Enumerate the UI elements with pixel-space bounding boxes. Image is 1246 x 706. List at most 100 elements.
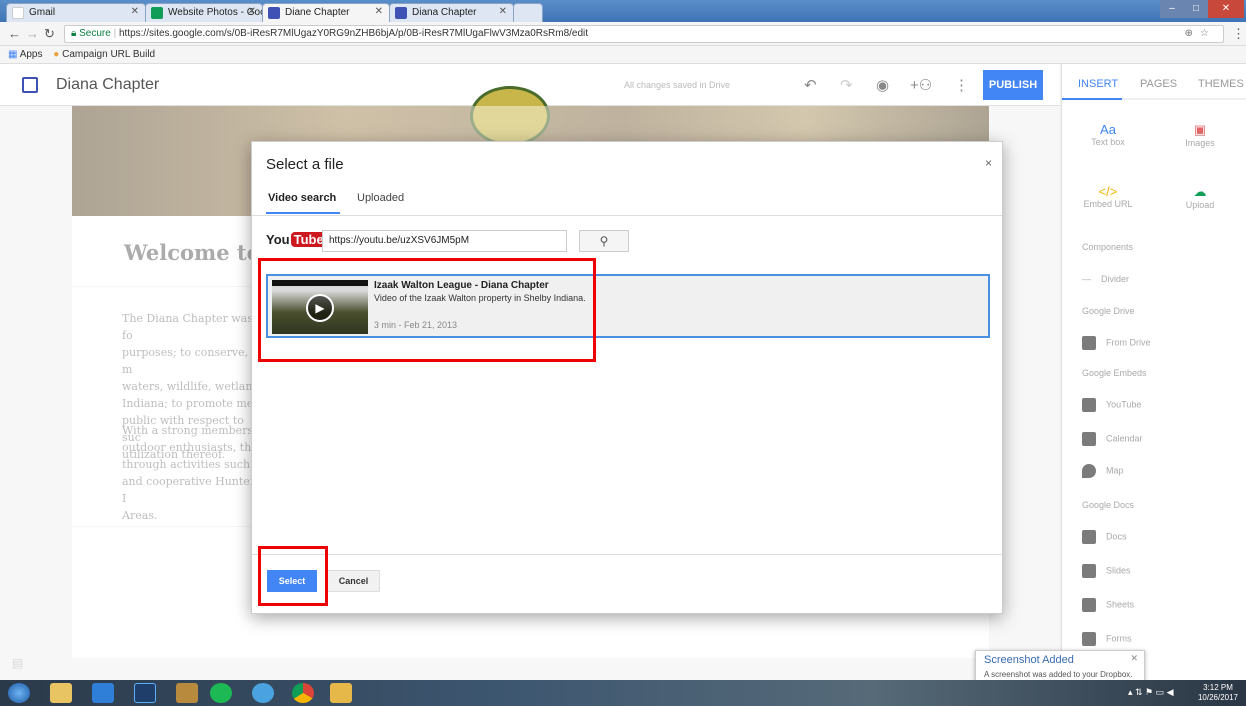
- sheets-icon: [1082, 598, 1096, 612]
- images-button[interactable]: ▣ Images: [1170, 122, 1230, 148]
- minimize-button[interactable]: –: [1160, 0, 1184, 18]
- bookmark-campaign-url-builder[interactable]: Campaign URL Build: [62, 49, 155, 60]
- close-tab-icon[interactable]: ✕: [248, 6, 256, 17]
- divider-item[interactable]: — Divider: [1082, 274, 1129, 284]
- embed-url-button[interactable]: </> Embed URL: [1078, 184, 1138, 209]
- apps-grid-icon: ▦: [8, 49, 18, 60]
- bookmarks-bar: ▦ Apps ● Campaign URL Build: [0, 46, 1246, 64]
- video-search-input[interactable]: https://youtu.be/uzXSV6JM5pM: [322, 230, 567, 252]
- tab-pages[interactable]: PAGES: [1140, 78, 1177, 90]
- preview-eye-icon[interactable]: ◉: [876, 76, 889, 94]
- maximize-button[interactable]: □: [1184, 0, 1208, 18]
- map-item[interactable]: Map: [1082, 464, 1124, 478]
- text-box-icon: Aa: [1100, 122, 1116, 137]
- sites-logo-icon: [22, 77, 38, 93]
- forms-icon: [1082, 632, 1096, 646]
- youtube-icon: [1082, 398, 1096, 412]
- section-components[interactable]: Components: [1082, 242, 1133, 252]
- insert-panel: INSERT PAGES THEMES Aa Text box ▣ Images…: [1061, 64, 1246, 680]
- outlook-icon[interactable]: [330, 683, 352, 703]
- file-explorer-icon[interactable]: [50, 683, 72, 703]
- section-google-drive[interactable]: Google Drive: [1082, 306, 1135, 316]
- active-tab-indicator: [266, 212, 340, 214]
- close-tab-icon[interactable]: ✕: [499, 6, 507, 17]
- cancel-button[interactable]: Cancel: [327, 570, 380, 592]
- drive-icon: [1082, 336, 1096, 350]
- chrome-icon: ●: [53, 49, 60, 60]
- calendar-item[interactable]: Calendar: [1082, 432, 1143, 446]
- from-drive-item[interactable]: From Drive: [1082, 336, 1151, 350]
- system-tray-icons[interactable]: ▴ ⇅ ⚑ ▭ ◀: [1128, 687, 1174, 698]
- start-button-icon[interactable]: [8, 683, 30, 703]
- chrome-icon[interactable]: [292, 683, 314, 703]
- menu-icon[interactable]: ⋮: [1232, 26, 1245, 42]
- more-options-icon[interactable]: ⋮: [954, 76, 969, 94]
- upload-button[interactable]: ☁ Upload: [1170, 184, 1230, 210]
- annotation-highlight-select: [258, 546, 328, 606]
- select-file-dialog: Select a file × Video search Uploaded Yo…: [251, 141, 1003, 614]
- back-icon[interactable]: ←: [8, 26, 21, 41]
- windows-taskbar: ▴ ⇅ ⚑ ▭ ◀ 3:12 PM 10/26/2017: [0, 680, 1246, 706]
- share-add-person-icon[interactable]: +⚇: [910, 76, 932, 94]
- search-button[interactable]: ⚲: [579, 230, 629, 252]
- spotify-icon[interactable]: [210, 683, 232, 703]
- close-tab-icon[interactable]: ✕: [375, 6, 383, 17]
- google-photos-icon: [151, 7, 163, 19]
- redo-icon[interactable]: ↷: [840, 76, 853, 94]
- map-pin-icon: [1082, 464, 1096, 478]
- slides-icon: [1082, 564, 1096, 578]
- browser-tab-strip: Gmail ✕ Website Photos - Googl ✕ Diane C…: [0, 0, 1246, 22]
- lock-icon: 🔒︎: [71, 28, 77, 39]
- close-window-button[interactable]: ✕: [1208, 0, 1244, 18]
- star-icon[interactable]: ☆: [1200, 26, 1209, 42]
- zoom-icon[interactable]: ⊕: [1185, 26, 1193, 42]
- url-field[interactable]: 🔒︎ Secure | https://sites.google.com/s/0…: [64, 25, 1224, 43]
- calendar-icon: [1082, 432, 1096, 446]
- tab-gmail[interactable]: Gmail ✕: [6, 3, 146, 22]
- new-tab-button[interactable]: [513, 3, 543, 22]
- annotation-highlight-result: [258, 258, 596, 362]
- code-icon: </>: [1098, 184, 1118, 199]
- close-tab-icon[interactable]: ✕: [131, 6, 139, 17]
- text-box-button[interactable]: Aa Text box: [1078, 122, 1138, 147]
- dialog-title: Select a file: [266, 156, 344, 173]
- section-google-docs[interactable]: Google Docs: [1082, 500, 1134, 510]
- tab-video-search[interactable]: Video search: [268, 192, 336, 204]
- tab-diane-chapter[interactable]: Diane Chapter ✕: [262, 3, 390, 22]
- dropbox-icon[interactable]: [92, 683, 114, 703]
- upload-cloud-icon: ☁: [1193, 184, 1207, 199]
- sites-icon: [395, 7, 407, 19]
- notification-text: A screenshot was added to your Dropbox.: [984, 670, 1133, 679]
- close-icon[interactable]: ×: [985, 156, 992, 170]
- publish-button[interactable]: PUBLISH: [983, 70, 1043, 100]
- slides-item[interactable]: Slides: [1082, 564, 1131, 578]
- tab-insert[interactable]: INSERT: [1078, 78, 1118, 90]
- site-title[interactable]: Diana Chapter: [56, 76, 159, 94]
- tab-website-photos[interactable]: Website Photos - Googl ✕: [145, 3, 263, 22]
- search-icon: ⚲: [599, 234, 609, 248]
- tab-themes[interactable]: THEMES: [1198, 78, 1244, 90]
- bookmark-apps[interactable]: Apps: [20, 49, 43, 60]
- save-status: All changes saved in Drive: [624, 80, 731, 90]
- app-icon[interactable]: [176, 683, 198, 703]
- undo-icon[interactable]: ↶: [804, 76, 817, 94]
- system-clock[interactable]: 3:12 PM 10/26/2017: [1198, 683, 1238, 703]
- forms-item[interactable]: Forms: [1082, 632, 1132, 646]
- docs-icon: [1082, 530, 1096, 544]
- internet-explorer-icon[interactable]: [252, 683, 274, 703]
- docs-item[interactable]: Docs: [1082, 530, 1127, 544]
- close-icon[interactable]: ✕: [1130, 653, 1138, 664]
- forward-icon[interactable]: →: [26, 26, 39, 41]
- tab-uploaded[interactable]: Uploaded: [357, 192, 404, 204]
- divider-icon: —: [1082, 274, 1091, 284]
- dropbox-notification[interactable]: Screenshot Added A screenshot was added …: [975, 650, 1145, 684]
- photoshop-icon[interactable]: [134, 683, 156, 703]
- address-bar-row: ← → ↻ 🔒︎ Secure | https://sites.google.c…: [0, 22, 1246, 46]
- youtube-item[interactable]: YouTube: [1082, 398, 1141, 412]
- sheets-item[interactable]: Sheets: [1082, 598, 1134, 612]
- section-google-embeds[interactable]: Google Embeds: [1082, 368, 1147, 378]
- gmail-icon: [12, 7, 24, 19]
- image-icon: ▣: [1193, 122, 1207, 137]
- tab-diana-chapter[interactable]: Diana Chapter ✕: [389, 3, 514, 22]
- reload-icon[interactable]: ↻: [44, 26, 55, 42]
